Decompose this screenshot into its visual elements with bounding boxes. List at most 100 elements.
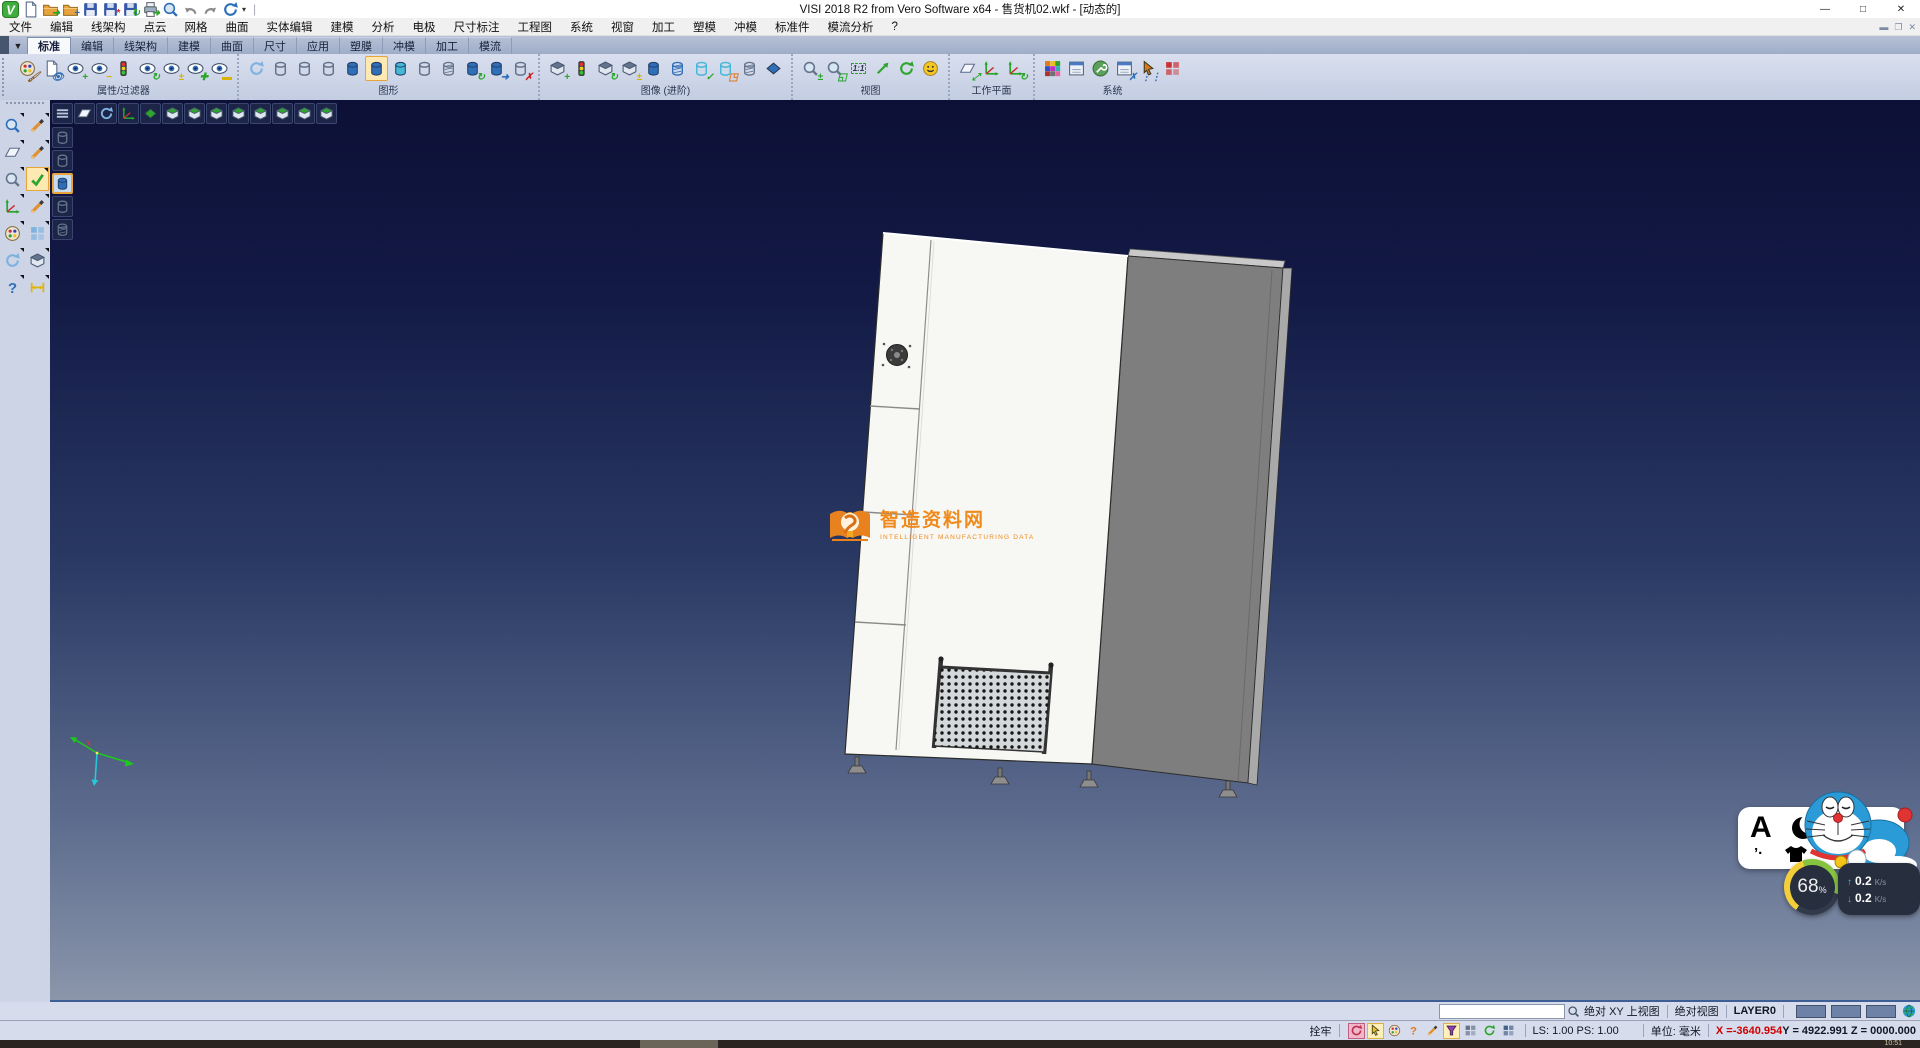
undo-icon[interactable]	[182, 1, 199, 17]
menu-wireframe[interactable]: 线架构	[82, 18, 135, 36]
view-mode-label[interactable]: 绝对 XY 上视图	[1584, 1003, 1660, 1019]
tab-application[interactable]: 应用	[297, 37, 340, 54]
view-menu-icon[interactable]	[52, 103, 73, 124]
regenerate-icon[interactable]	[1, 248, 24, 272]
snap-layers-icon[interactable]	[1462, 1023, 1479, 1039]
adv-refresh-icon[interactable]: ↻	[594, 56, 617, 81]
measure-icon[interactable]	[26, 275, 49, 299]
tab-wireframe[interactable]: 线架构	[114, 37, 168, 54]
body-ghost-icon[interactable]	[413, 56, 436, 81]
solid-link-icon[interactable]: ◳	[714, 56, 737, 81]
menu-machining[interactable]: 加工	[643, 18, 684, 36]
menu-solid-edit[interactable]: 实体编辑	[258, 18, 322, 36]
menu-file[interactable]: 文件	[0, 18, 41, 36]
shaded-view-icon[interactable]	[919, 56, 942, 81]
snap-help-icon[interactable]	[1405, 1023, 1422, 1039]
solid-dotted-icon[interactable]	[642, 56, 665, 81]
mdi-close-button[interactable]: ✕	[1908, 22, 1916, 33]
color-table-icon[interactable]	[1041, 56, 1064, 81]
menu-die[interactable]: 冲模	[725, 18, 766, 36]
menu-mold[interactable]: 塑模	[684, 18, 725, 36]
visibility-toggle-icon[interactable]: ±	[160, 56, 183, 81]
color-swatch-2[interactable]	[1831, 1005, 1861, 1018]
body-update-icon[interactable]: ➜	[485, 56, 508, 81]
render-settings-icon[interactable]	[1065, 56, 1088, 81]
menu-dimension[interactable]: 尺寸标注	[445, 18, 509, 36]
absolute-view-label[interactable]: 绝对视图	[1675, 1003, 1719, 1019]
view-axo-4-icon[interactable]	[228, 103, 249, 124]
body-solid-icon[interactable]	[341, 56, 364, 81]
workplane-origin-icon[interactable]: ⤢	[956, 56, 979, 81]
view-axo-2-icon[interactable]	[184, 103, 205, 124]
save-all-icon[interactable]: ↻	[122, 1, 139, 17]
taskbar-app-segment[interactable]	[640, 1040, 718, 1048]
maximize-button[interactable]: □	[1844, 0, 1882, 18]
sketch-spline-icon[interactable]	[26, 194, 49, 218]
attributes-icon[interactable]	[1, 221, 24, 245]
zoom-1-1-icon[interactable]: 1:1	[847, 56, 870, 81]
workplane-move-icon[interactable]	[1, 194, 24, 218]
display-hidden-line-icon[interactable]	[52, 150, 73, 171]
3d-viewport[interactable]: x 智造资料网	[50, 100, 1920, 1002]
solid-cube-icon[interactable]	[26, 248, 49, 272]
save-icon[interactable]	[82, 1, 99, 17]
menu-pointcloud[interactable]: 点云	[135, 18, 176, 36]
body-tools-icon[interactable]: ✗	[509, 56, 532, 81]
graphics-refresh-icon[interactable]	[245, 56, 268, 81]
window-layout-icon[interactable]	[26, 221, 49, 245]
search-icon[interactable]	[1567, 1005, 1580, 1018]
snap-grid-icon[interactable]	[1500, 1023, 1517, 1039]
body-hatched-icon[interactable]	[437, 56, 460, 81]
display-shaded-active-icon[interactable]	[52, 173, 73, 194]
snap-filter-icon[interactable]	[1443, 1023, 1460, 1039]
body-wireframe-icon[interactable]	[269, 56, 292, 81]
menu-surface[interactable]: 曲面	[217, 18, 258, 36]
menu-edit[interactable]: 编辑	[41, 18, 82, 36]
display-ghost-icon[interactable]	[52, 196, 73, 217]
menu-modeling[interactable]: 建模	[322, 18, 363, 36]
windows-taskbar-sliver[interactable]: 10:51	[0, 1040, 1920, 1048]
system-tools-icon[interactable]	[1089, 56, 1112, 81]
layer-indicator[interactable]: LAYER0	[1734, 1005, 1776, 1017]
print-icon[interactable]: ➜	[142, 1, 159, 17]
print-preview-icon[interactable]	[162, 1, 179, 17]
visibility-refresh-icon[interactable]: ↻	[136, 56, 159, 81]
new-file-icon[interactable]	[22, 1, 39, 17]
zoom-dynamic-icon[interactable]	[1, 167, 24, 191]
open-file-icon[interactable]: ➜	[42, 1, 59, 17]
grid-display-icon[interactable]	[1161, 56, 1184, 81]
trim-tool-icon[interactable]	[26, 113, 49, 137]
tab-dropdown-icon[interactable]: ▼	[9, 38, 27, 54]
menu-help[interactable]: ?	[883, 18, 907, 36]
mdi-restore-button[interactable]: ❐	[1894, 22, 1902, 33]
visibility-remove-icon[interactable]: −	[88, 56, 111, 81]
menu-standard-parts[interactable]: 标准件	[766, 18, 819, 36]
zoom-window-icon[interactable]: ◱	[823, 56, 846, 81]
view-axo-3-icon[interactable]	[206, 103, 227, 124]
tab-edit[interactable]: 编辑	[71, 37, 114, 54]
attribute-page-icon[interactable]: 👁	[40, 56, 63, 81]
select-window-icon[interactable]	[1, 140, 24, 164]
gem-view-icon[interactable]	[762, 56, 785, 81]
view-axo-7-icon[interactable]	[294, 103, 315, 124]
help-icon[interactable]	[1, 275, 24, 299]
ribbon-drag-handle[interactable]	[2, 58, 8, 96]
tab-flow[interactable]: 模流	[469, 37, 512, 54]
ime-punctuation[interactable]: ’·	[1754, 845, 1763, 862]
dynamic-rotate-icon[interactable]	[96, 103, 117, 124]
solid-verify-icon[interactable]: ✓	[690, 56, 713, 81]
filter-traffic-light-icon[interactable]	[112, 56, 135, 81]
tab-modeling[interactable]: 建模	[168, 37, 211, 54]
tab-standard[interactable]: 标准	[27, 37, 71, 54]
network-speed-panel[interactable]: ↑ 0.2 K/s ↓ 0.2 K/s	[1838, 863, 1920, 915]
origin-axis-icon[interactable]	[118, 103, 139, 124]
menu-mesh[interactable]: 网格	[176, 18, 217, 36]
zoom-all-icon[interactable]: ±	[799, 56, 822, 81]
display-wireframe-icon[interactable]	[52, 127, 73, 148]
workplane-view-icon[interactable]	[74, 103, 95, 124]
adv-visibility-add-icon[interactable]: +	[546, 56, 569, 81]
left-toolbar-drag-handle[interactable]	[6, 102, 44, 107]
workplane-face-icon[interactable]	[980, 56, 1003, 81]
sketch-circle-icon[interactable]	[26, 140, 49, 164]
snap-record-icon[interactable]	[1348, 1023, 1365, 1039]
